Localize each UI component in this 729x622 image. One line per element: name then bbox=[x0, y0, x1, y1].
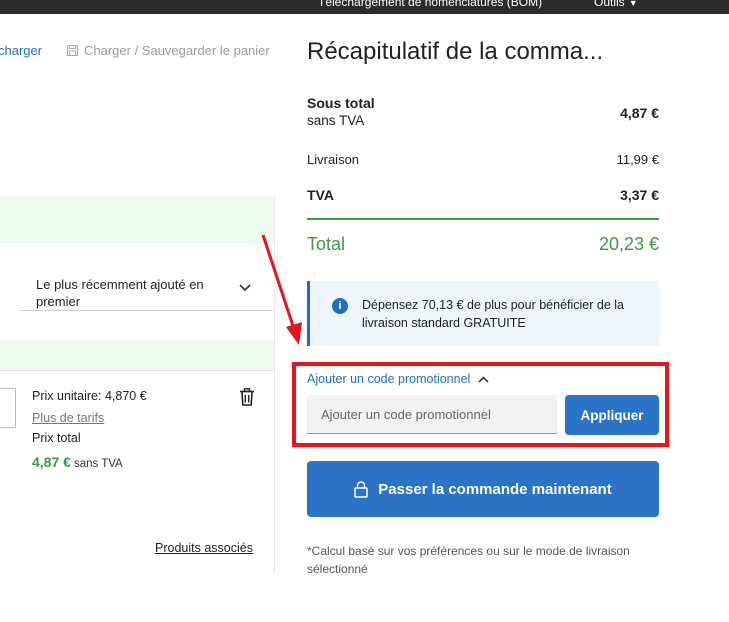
free-shipping-text: Dépensez 70,13 € de plus pour bénéficier… bbox=[362, 298, 624, 330]
tools-menu[interactable]: Outils ▼ bbox=[594, 0, 638, 9]
cart-header-band bbox=[0, 196, 274, 244]
chevron-down-icon: ▼ bbox=[628, 0, 638, 8]
total-price-value: 4,87 € bbox=[32, 454, 71, 470]
shipping-value: 11,99 € bbox=[616, 152, 659, 167]
calculation-footnote: *Calcul basé sur vos préférences ou sur … bbox=[307, 544, 630, 576]
checkout-button[interactable]: Passer la commande maintenant bbox=[307, 461, 659, 517]
trash-icon[interactable] bbox=[237, 387, 257, 407]
tools-menu-label: Outils bbox=[594, 0, 625, 9]
floppy-disk-icon bbox=[67, 45, 78, 56]
vat-value: 3,37 € bbox=[620, 187, 659, 203]
quantity-input[interactable] bbox=[0, 388, 16, 428]
related-products-link[interactable]: Produits associés bbox=[155, 541, 253, 555]
free-shipping-notice: i Dépensez 70,13 € de plus pour bénéfici… bbox=[307, 281, 659, 346]
subtotal-value: 4,87 € bbox=[620, 105, 659, 121]
cart-section-band bbox=[0, 340, 274, 370]
annotation-arrow bbox=[261, 234, 302, 345]
total-label: Total bbox=[307, 234, 346, 254]
save-cart-label: Charger / Sauvegarder le panier bbox=[84, 43, 270, 58]
subtotal-label: Sous total bbox=[307, 95, 375, 111]
bom-download-link[interactable]: Téléchargement de nomenclatures (BOM) bbox=[318, 0, 542, 9]
total-value: 20,23 € bbox=[598, 234, 659, 254]
total-row: Total 20,23 € bbox=[307, 234, 659, 255]
unit-price: Prix unitaire: 4,870 € bbox=[32, 389, 147, 403]
save-cart-button[interactable]: Charger / Sauvegarder le panier bbox=[67, 43, 270, 58]
vat-label: TVA bbox=[307, 187, 334, 203]
total-divider bbox=[307, 218, 659, 220]
load-cart-link[interactable]: charger bbox=[0, 43, 42, 58]
chevron-up-icon bbox=[478, 375, 489, 383]
apply-promo-button[interactable]: Appliquer bbox=[565, 395, 659, 435]
promo-code-toggle[interactable]: Ajouter un code promotionnel bbox=[307, 372, 489, 386]
shipping-label: Livraison bbox=[307, 152, 360, 167]
top-navigation-bar: Téléchargement de nomenclatures (BOM) Ou… bbox=[0, 0, 729, 14]
subtotal-row: Sous total sans TVA 4,87 € bbox=[307, 95, 659, 128]
sort-dropdown[interactable]: Le plus récemment ajouté en premier bbox=[20, 274, 273, 311]
promo-code-input[interactable] bbox=[307, 395, 557, 434]
total-price-label: Prix total bbox=[32, 431, 81, 445]
vat-row: TVA 3,37 € bbox=[307, 187, 659, 203]
total-price-suffix: sans TVA bbox=[73, 458, 123, 470]
total-price: 4,87 € sans TVA bbox=[32, 454, 123, 470]
subtotal-sublabel: sans TVA bbox=[307, 113, 365, 128]
checkout-button-label: Passer la commande maintenant bbox=[378, 480, 612, 498]
promo-code-toggle-label: Ajouter un code promotionnel bbox=[307, 372, 471, 386]
order-summary-title: Récapitulatif de la comma... bbox=[307, 38, 604, 65]
info-icon: i bbox=[332, 298, 348, 314]
shipping-row: Livraison 11,99 € bbox=[307, 152, 659, 167]
lock-icon bbox=[354, 480, 369, 498]
sort-selected-value: Le plus récemment ajouté en premier bbox=[36, 277, 204, 309]
more-prices-link[interactable]: Plus de tarifs bbox=[32, 411, 104, 425]
